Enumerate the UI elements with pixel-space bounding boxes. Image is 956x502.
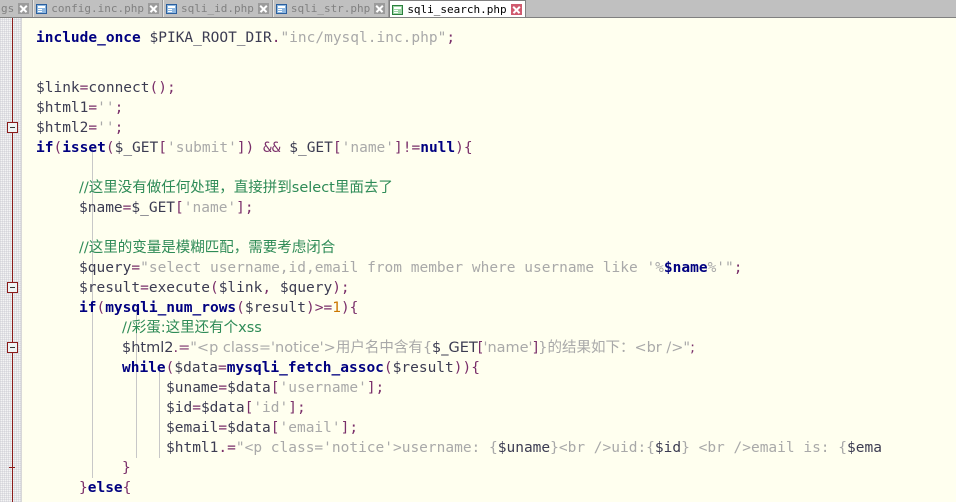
- code-line: $uname=$data['username'];: [166, 380, 385, 396]
- close-icon[interactable]: [510, 4, 522, 15]
- code-line: $id=$data['id'];: [166, 400, 306, 416]
- tab-label: config.inc.php: [51, 2, 144, 15]
- close-icon[interactable]: [18, 3, 30, 14]
- php-file-icon: [165, 3, 177, 14]
- fold-gutter[interactable]: [0, 18, 22, 502]
- code-line: include_once $PIKA_ROOT_DIR."inc/mysql.i…: [36, 30, 456, 46]
- tab-label: sqli_search.php: [407, 3, 507, 16]
- code-line: while($data=mysqli_fetch_assoc($result))…: [122, 360, 480, 376]
- code-line: $html1='';: [36, 100, 124, 116]
- php-file-icon: [275, 3, 287, 14]
- indent-guide: [159, 368, 160, 458]
- code-line: $html2.="<p class='notice'>用户名中含有{$_GET[…: [122, 340, 695, 356]
- code-line: $link=connect();: [36, 80, 176, 96]
- code-line: //彩蛋:这里还有个xss: [122, 320, 262, 336]
- tab-partial-left[interactable]: gs: [0, 0, 34, 17]
- tab-label: sqli_id.php: [180, 2, 254, 15]
- close-icon[interactable]: [257, 3, 269, 14]
- tab-label: sqli_str.php: [290, 2, 371, 15]
- fold-minus-icon[interactable]: [7, 342, 18, 353]
- tab-sqli-str-php[interactable]: sqli_str.php: [272, 0, 390, 17]
- close-icon[interactable]: [147, 3, 159, 14]
- code-line: $email=$data['email'];: [166, 420, 359, 436]
- gutter-divider: [12, 18, 13, 502]
- fold-minus-icon[interactable]: [7, 122, 18, 133]
- code-line: if(mysqli_num_rows($result)>=1){: [79, 300, 359, 316]
- tab-sqli-id-php[interactable]: sqli_id.php: [162, 0, 273, 17]
- code-line: }else{: [79, 480, 132, 496]
- code-line: }: [122, 460, 131, 476]
- code-line: $result=execute($link, $query);: [79, 280, 350, 296]
- code-content[interactable]: include_once $PIKA_ROOT_DIR."inc/mysql.i…: [22, 18, 956, 502]
- code-line: $query="select username,id,email from me…: [79, 260, 743, 276]
- editor-tab-bar[interactable]: gs config.inc.php sqli_id.php sqli_str.p…: [0, 0, 956, 18]
- code-line: $html1.="<p class='notice'>username: {$u…: [166, 440, 882, 456]
- code-line: //这里没有做任何处理，直接拼到select里面去了: [79, 180, 393, 196]
- fold-minus-icon[interactable]: [7, 282, 18, 293]
- php-file-icon: [392, 4, 404, 15]
- tab-label: gs: [1, 2, 15, 15]
- tab-sqli-search-php[interactable]: sqli_search.php: [389, 0, 526, 17]
- code-line: if(isset($_GET['submit']) && $_GET['name…: [36, 140, 473, 156]
- php-file-icon: [36, 3, 48, 14]
- code-line: $name=$_GET['name'];: [79, 200, 254, 216]
- tab-config-inc-php[interactable]: config.inc.php: [33, 0, 163, 17]
- fold-end-tick-icon: [9, 467, 15, 468]
- close-icon[interactable]: [374, 3, 386, 14]
- code-line: $html2='';: [36, 120, 124, 136]
- code-editor[interactable]: include_once $PIKA_ROOT_DIR."inc/mysql.i…: [0, 18, 956, 502]
- code-line: //这里的变量是模糊匹配，需要考虑闭合: [79, 240, 336, 256]
